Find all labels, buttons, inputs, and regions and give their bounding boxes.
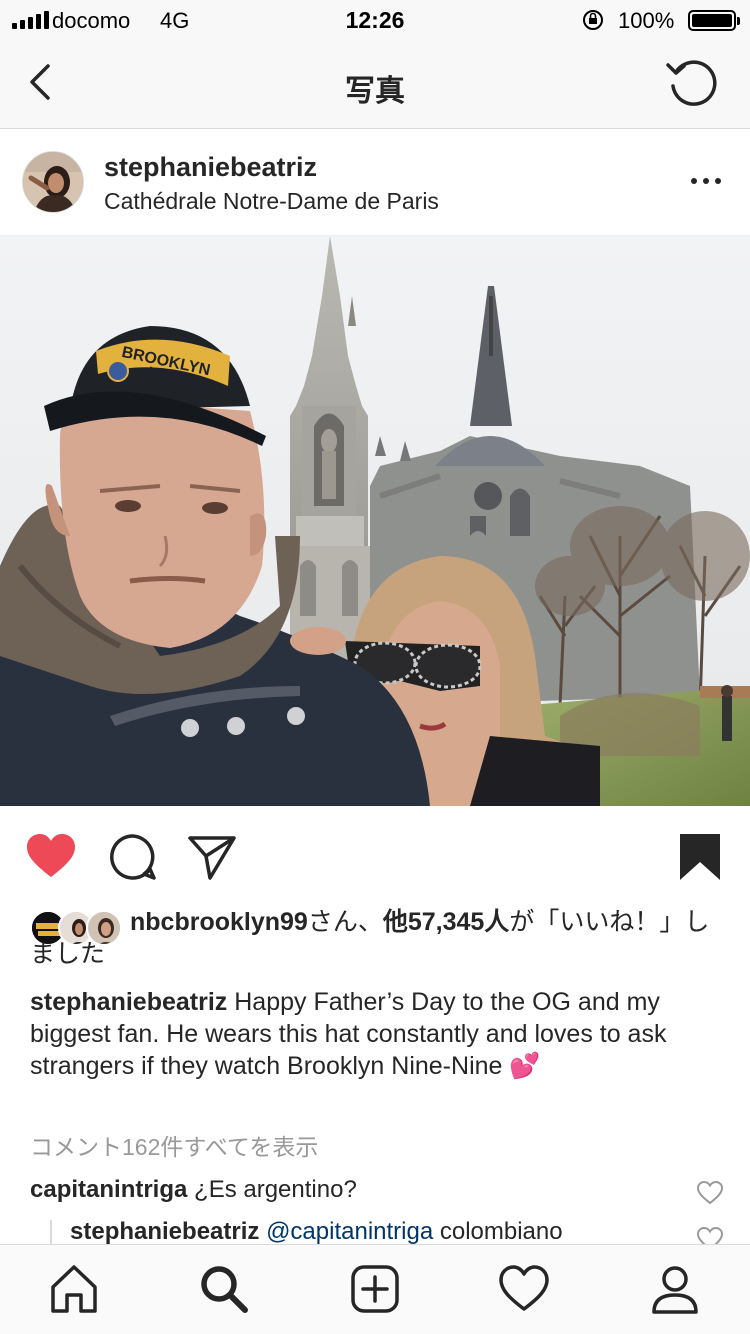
post-actions: [0, 806, 750, 906]
more-options-icon[interactable]: [686, 168, 726, 194]
profile-icon[interactable]: [649, 1263, 701, 1315]
post-photo[interactable]: BROOKLYN NINE-NINE: [0, 236, 750, 806]
post-username[interactable]: stephaniebeatriz: [104, 152, 317, 183]
comment-text: colombiano: [439, 1218, 563, 1244]
view-all-comments-link[interactable]: コメント162件すべてを表示: [30, 1128, 318, 1162]
likes-san: さん、: [307, 908, 383, 936]
comment-username[interactable]: stephaniebeatriz: [70, 1218, 259, 1244]
paper-plane-icon[interactable]: [186, 830, 240, 884]
likes-count[interactable]: 他57,345人: [383, 908, 509, 936]
comment-mention[interactable]: @capitanintriga: [266, 1218, 433, 1244]
status-bar: docomo 4G 12:26 100%: [0, 0, 750, 40]
comment-reply-row: stephaniebeatriz @capitanintriga colombi…: [70, 1218, 690, 1244]
add-post-icon[interactable]: [349, 1263, 401, 1315]
liked-by-username[interactable]: nbcbrooklyn99: [130, 908, 308, 936]
home-icon[interactable]: [48, 1263, 100, 1315]
caption-username[interactable]: stephaniebeatriz: [30, 988, 227, 1016]
post-header: stephaniebeatriz Cathédrale Notre-Dame d…: [0, 130, 750, 236]
battery-icon: [688, 10, 740, 31]
comment-bubble-icon[interactable]: [106, 830, 160, 884]
likes-summary: nbcbrooklyn99さん、他57,345人が「いいね！」しました: [30, 906, 720, 970]
comment-row: capitanintriga ¿Es argentino?: [30, 1176, 670, 1204]
post-location[interactable]: Cathédrale Notre-Dame de Paris: [104, 188, 439, 215]
bottom-tab-bar: [0, 1244, 750, 1334]
comment-username[interactable]: capitanintriga: [30, 1176, 187, 1203]
post-caption: stephaniebeatriz Happy Father’s Day to t…: [30, 986, 720, 1082]
search-icon[interactable]: [198, 1263, 250, 1315]
comment-text: ¿Es argentino?: [194, 1176, 357, 1203]
comment-like-icon[interactable]: [696, 1180, 724, 1206]
page-title: 写真: [345, 75, 405, 108]
heart-filled-icon[interactable]: [24, 830, 78, 884]
orientation-lock-icon: [583, 10, 603, 30]
refresh-icon[interactable]: [664, 56, 720, 112]
bookmark-filled-icon[interactable]: [674, 830, 728, 884]
reply-thread-line: [50, 1220, 52, 1246]
activity-heart-icon[interactable]: [498, 1263, 550, 1315]
avatar[interactable]: [22, 151, 84, 213]
navigation-bar: 写真: [0, 40, 750, 129]
battery-percent: 100%: [618, 8, 675, 33]
